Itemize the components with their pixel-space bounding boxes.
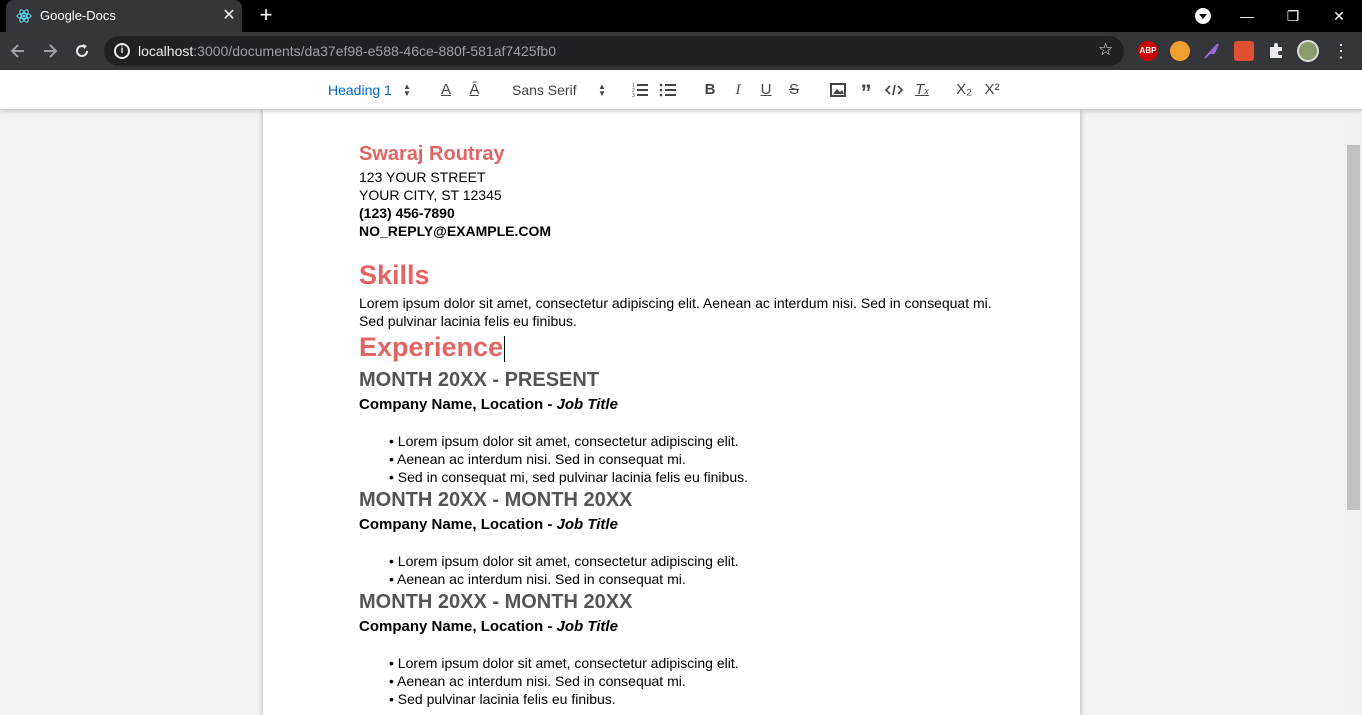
address-line-1: 123 YOUR STREET — [359, 169, 486, 185]
font-select[interactable]: Sans Serif — [512, 80, 577, 100]
text-cursor — [504, 335, 506, 362]
profile-avatar[interactable] — [1297, 40, 1319, 62]
job-period: MONTH 20XX - MONTH 20XX — [359, 591, 633, 613]
site-info-icon[interactable]: i — [114, 43, 130, 59]
svg-text:3: 3 — [632, 93, 635, 99]
email-address: NO_REPLY@EXAMPLE.COM — [359, 223, 552, 239]
list-item: • Sed pulvinar lacinia felis eu finibus. — [389, 691, 616, 707]
forward-arrow-icon[interactable] — [40, 41, 60, 61]
image-icon[interactable] — [828, 80, 848, 100]
address-bar[interactable]: i localhost:3000/documents/da37ef98-e588… — [104, 36, 1124, 66]
resume-name: Swaraj Routray — [359, 143, 505, 165]
subscript-icon[interactable]: X₂ — [954, 80, 974, 100]
restore-button[interactable]: ❐ — [1270, 0, 1316, 32]
underline-icon[interactable]: U — [756, 80, 776, 100]
skills-heading: Skills — [359, 260, 430, 290]
url-text[interactable]: localhost:3000/documents/da37ef98-e588-4… — [138, 43, 556, 59]
list-item: • Lorem ipsum dolor sit amet, consectetu… — [389, 553, 739, 569]
ordered-list-icon[interactable]: 1 2 3 — [630, 80, 650, 100]
feather-extension-icon[interactable] — [1202, 41, 1222, 61]
skills-paragraph: Lorem ipsum dolor sit amet, consectetur … — [359, 295, 992, 329]
browser-menu-icon[interactable]: ⋮ — [1332, 41, 1350, 61]
new-tab-button[interactable]: + — [255, 4, 277, 28]
clear-format-icon[interactable]: Tx — [912, 80, 932, 100]
reload-icon[interactable] — [72, 41, 92, 61]
list-item: • Lorem ipsum dolor sit amet, consectetu… — [389, 655, 739, 671]
minimize-button[interactable]: — — [1224, 0, 1270, 32]
code-icon[interactable] — [884, 80, 904, 100]
adblock-extension-icon[interactable]: ABP — [1138, 41, 1158, 61]
job-period: MONTH 20XX - PRESENT — [359, 369, 600, 391]
job-company: Company Name, Location - Job Title — [359, 396, 618, 413]
scrollbar-thumb[interactable] — [1347, 145, 1360, 510]
bold-icon[interactable]: B — [700, 80, 720, 100]
text-color-icon[interactable]: A — [436, 80, 456, 100]
browser-tab[interactable]: Google-Docs ✕ — [6, 0, 242, 32]
editor-toolbar: Heading 1 ▲ ▼ A Ā Sans Serif ▲ ▼ 1 2 3 B I… — [0, 70, 1362, 110]
owl-extension-icon[interactable] — [1170, 41, 1190, 61]
list-item: • Aenean ac interdum nisi. Sed in conseq… — [389, 571, 686, 587]
list-item: • Aenean ac interdum nisi. Sed in conseq… — [389, 451, 686, 467]
list-item: • Sed in consequat mi, sed pulvinar laci… — [389, 469, 748, 485]
list-item: • Lorem ipsum dolor sit amet, consectetu… — [389, 433, 739, 449]
tab-title: Google-Docs — [40, 8, 116, 23]
react-favicon-icon — [16, 9, 32, 23]
heading-select-arrows-icon: ▲ ▼ — [403, 82, 411, 98]
job-company: Company Name, Location - Job Title — [359, 516, 618, 533]
tab-search-icon[interactable] — [1195, 8, 1211, 24]
superscript-icon[interactable]: X² — [982, 80, 1002, 100]
page-scrollbar[interactable] — [1345, 70, 1362, 715]
job-period: MONTH 20XX - MONTH 20XX — [359, 489, 633, 511]
phone-number: (123) 456-7890 — [359, 205, 455, 221]
strikethrough-icon[interactable]: S — [784, 80, 804, 100]
list-item: • Aenean ac interdum nisi. Sed in conseq… — [389, 673, 686, 689]
font-select-arrows-icon: ▲ ▼ — [598, 82, 606, 98]
browser-tab-strip: Google-Docs ✕ + — ❐ ✕ — [0, 0, 1362, 32]
address-line-2: YOUR CITY, ST 12345 — [359, 187, 502, 203]
extensions-puzzle-icon[interactable] — [1266, 41, 1286, 61]
document-page[interactable]: Swaraj Routray 123 YOUR STREET YOUR CITY… — [263, 110, 1080, 715]
tile-extension-icon[interactable] — [1234, 41, 1254, 61]
background-color-icon[interactable]: Ā — [464, 80, 484, 100]
italic-icon[interactable]: I — [728, 80, 748, 100]
blockquote-icon[interactable]: ” — [856, 80, 876, 105]
bullet-list-icon[interactable] — [658, 80, 678, 100]
experience-heading: Experience — [359, 332, 506, 362]
heading-select[interactable]: Heading 1 — [328, 80, 392, 100]
close-tab-icon[interactable]: ✕ — [220, 7, 238, 25]
bookmark-star-icon[interactable]: ☆ — [1098, 40, 1113, 60]
job-company: Company Name, Location - Job Title — [359, 618, 618, 635]
browser-navbar: i localhost:3000/documents/da37ef98-e588… — [0, 32, 1362, 70]
close-window-button[interactable]: ✕ — [1316, 0, 1362, 32]
back-arrow-icon[interactable] — [8, 41, 28, 61]
